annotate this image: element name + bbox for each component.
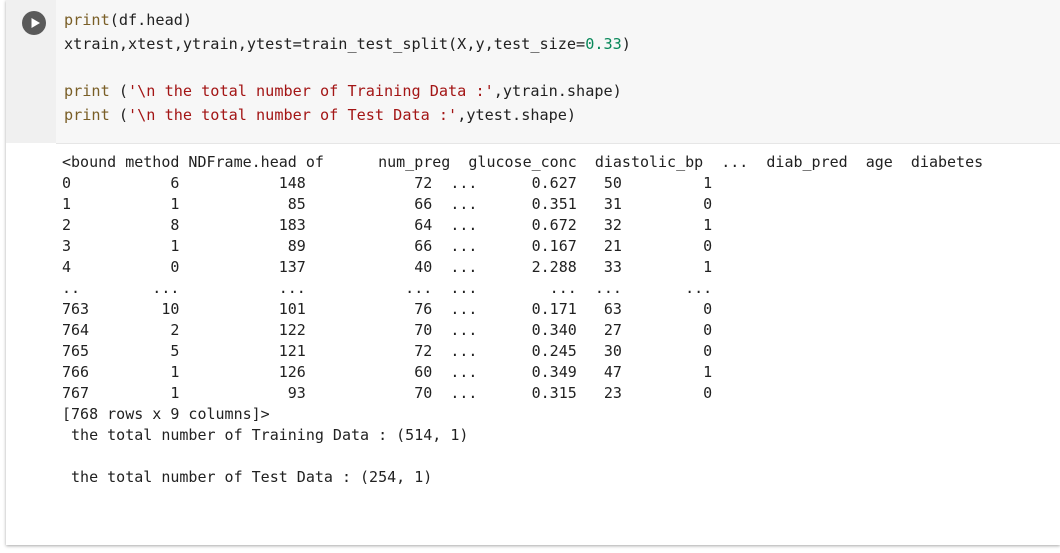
table-row: 2 8 183 64 ... 0.672 32 1 [62, 216, 713, 234]
code-token: print [64, 106, 110, 125]
table-row: 4 0 137 40 ... 2.288 33 1 [62, 258, 713, 276]
table-row: 763 10 101 76 ... 0.171 63 0 [62, 300, 713, 318]
table-row: 3 1 89 66 ... 0.167 21 0 [62, 237, 713, 255]
code-token: ( [109, 82, 129, 101]
shape-output: the total number of Training Data : (514… [62, 425, 468, 488]
dataframe-header: <bound method NDFrame.head of num_preg g… [62, 153, 984, 171]
dataframe-output: <bound method NDFrame.head of num_preg g… [62, 152, 983, 425]
code-line[interactable]: print(df.head) [64, 11, 192, 29]
play-icon [31, 18, 40, 28]
code-token: 0.33 [585, 34, 622, 53]
code-cell: print(df.head) xtrain,xtest,ytrain,ytest… [6, 0, 1060, 545]
table-row: 1 1 85 66 ... 0.351 31 0 [62, 195, 713, 213]
run-cell-button[interactable] [22, 11, 46, 35]
table-row: 767 1 93 70 ... 0.315 23 0 [62, 384, 713, 402]
table-row: 764 2 122 70 ... 0.340 27 0 [62, 321, 713, 339]
code-token: ,ytest.shape) [457, 106, 577, 125]
code-editor[interactable]: print(df.head) xtrain,xtest,ytrain,ytest… [56, 0, 1060, 144]
code-token: ) [621, 34, 631, 53]
code-token: ( [109, 106, 129, 125]
code-token: '\n the total number of Training Data :' [128, 82, 494, 101]
table-row: .. ... ... ... ... ... ... ... [62, 279, 713, 297]
code-line[interactable]: print ('\n the total number of Test Data… [64, 106, 576, 124]
code-token: (df.head) [109, 11, 193, 29]
code-token: print [64, 82, 110, 101]
test-shape-line: the total number of Test Data : (254, 1) [62, 467, 433, 486]
dataframe-footer: [768 rows x 9 columns]> [62, 405, 270, 423]
code-token: print [64, 11, 110, 29]
code-token: ,ytrain.shape) [493, 82, 622, 101]
code-text[interactable]: print(df.head) xtrain,xtest,ytrain,ytest… [64, 9, 631, 128]
cell-gutter [6, 0, 56, 143]
training-shape-line: the total number of Training Data : (514… [62, 426, 469, 444]
table-row: 766 1 126 60 ... 0.349 47 1 [62, 363, 713, 381]
code-line[interactable]: print ('\n the total number of Training … [64, 82, 622, 100]
code-line[interactable]: xtrain,xtest,ytrain,ytest=train_test_spl… [64, 35, 631, 53]
table-row: 0 6 148 72 ... 0.627 50 1 [62, 174, 713, 192]
code-token: xtrain,xtest,ytrain,ytest=train_test_spl… [64, 34, 586, 53]
table-row: 765 5 121 72 ... 0.245 30 0 [62, 342, 713, 360]
code-token: '\n the total number of Test Data :' [128, 106, 458, 125]
